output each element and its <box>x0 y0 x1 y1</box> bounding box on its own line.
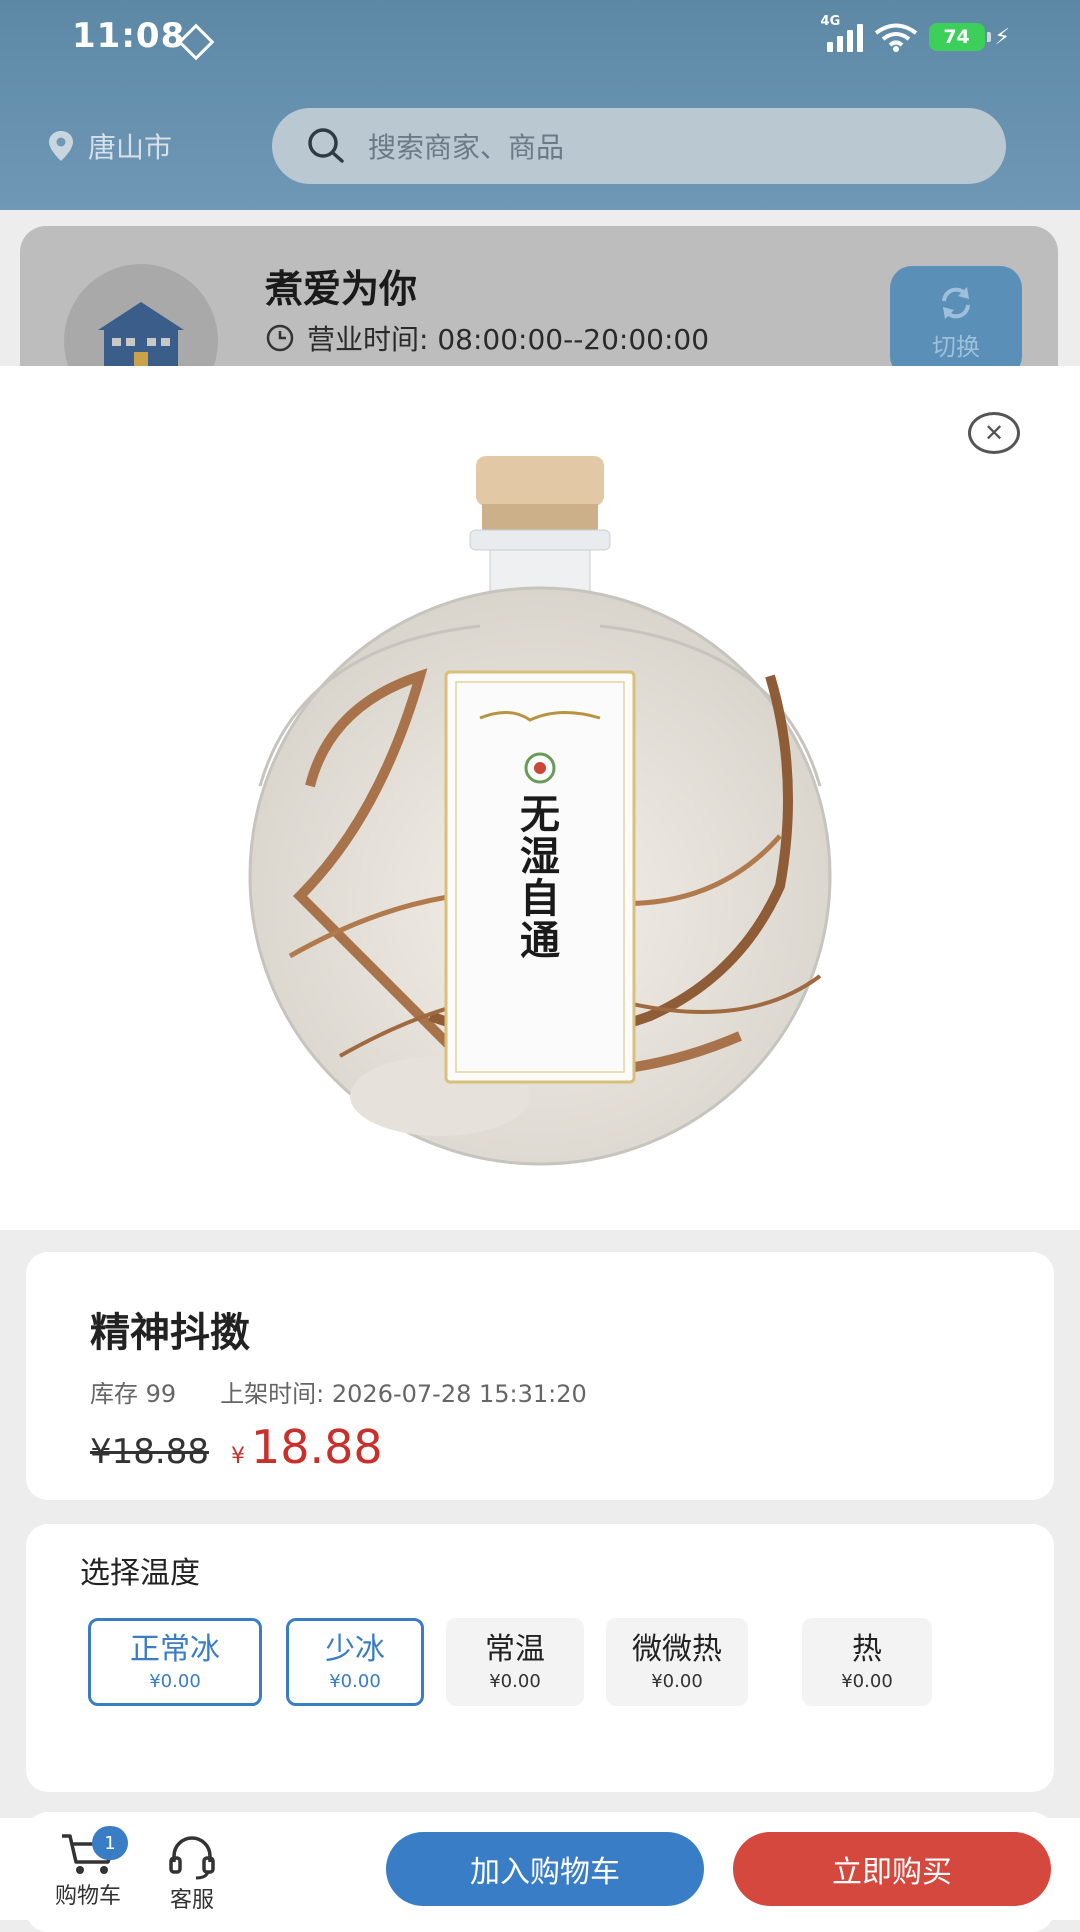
temp-option-less-ice[interactable]: 少冰 ¥0.00 <box>286 1618 424 1706</box>
product-name: 精神抖擞 <box>90 1310 250 1356</box>
shop-card: 煮爱为你 营业时间: 08:00:00--20:00:00 切换 <box>20 226 1058 366</box>
product-detail-sheet: ✕ 无 湿 自 通 精神抖擞 库存 99 上架时间: 2026-07-28 15… <box>0 366 1080 1932</box>
temp-option-hot[interactable]: 热 ¥0.00 <box>802 1618 932 1706</box>
svg-text:无: 无 <box>520 792 560 838</box>
shop-name: 煮爱为你 <box>265 267 418 311</box>
search-input[interactable]: 搜索商家、商品 <box>272 108 1006 184</box>
status-icons: 4G 74 ⚡ <box>821 14 1010 52</box>
svg-text:湿: 湿 <box>520 834 560 880</box>
switch-shop-button[interactable]: 切换 <box>890 266 1022 366</box>
temp-option-slightly-warm[interactable]: 微微热 ¥0.00 <box>606 1618 748 1706</box>
product-info-card: 精神抖擞 库存 99 上架时间: 2026-07-28 15:31:20 ¥18… <box>26 1252 1054 1500</box>
temperature-card: 选择温度 正常冰 ¥0.00 少冰 ¥0.00 常温 ¥0.00 微微热 ¥0.… <box>26 1524 1054 1792</box>
temp-option-label: 正常冰 <box>130 1631 220 1667</box>
status-time: 11:08 <box>72 16 186 56</box>
battery-icon: 74 <box>928 23 991 51</box>
temp-option-label: 少冰 <box>325 1631 385 1667</box>
temp-option-label: 常温 <box>485 1631 545 1667</box>
product-prices: ¥18.88 ¥ 18.88 <box>90 1420 383 1474</box>
cart-count-badge: 1 <box>92 1826 128 1860</box>
temp-option-room-temp[interactable]: 常温 ¥0.00 <box>446 1618 584 1706</box>
temp-option-price: ¥0.00 <box>841 1670 893 1692</box>
headset-icon <box>169 1836 215 1880</box>
bottom-action-bar: 1 购物车 客服 加入购物车 立即购买 <box>0 1818 1080 1920</box>
search-icon <box>308 128 344 163</box>
add-to-cart-button[interactable]: 加入购物车 <box>386 1832 704 1906</box>
status-bar: 11:08 4G 74 ⚡ <box>0 0 1080 80</box>
cart-label: 购物车 <box>54 1884 121 1909</box>
temp-option-price: ¥0.00 <box>489 1670 541 1692</box>
temp-option-price: ¥0.00 <box>149 1670 201 1692</box>
svg-text:自: 自 <box>520 876 560 922</box>
header: 11:08 4G 74 ⚡ 唐山市 搜索商家、商品 <box>0 0 1080 210</box>
product-bottle-image: 无 湿 自 通 <box>248 456 832 1166</box>
service-label: 客服 <box>169 1888 214 1913</box>
location-pin-icon <box>49 131 73 161</box>
temp-option-price: ¥0.00 <box>651 1670 703 1692</box>
original-price: ¥18.88 <box>90 1432 209 1472</box>
current-price: 18.88 <box>250 1420 383 1474</box>
charging-icon: ⚡ <box>994 24 1010 50</box>
cellular-signal-icon: 4G <box>821 14 863 52</box>
close-icon: ✕ <box>983 419 1005 447</box>
currency-symbol: ¥ <box>230 1444 245 1469</box>
product-image-area: ✕ 无 湿 自 通 <box>0 366 1080 1230</box>
product-stock: 库存 99 <box>90 1380 177 1408</box>
network-type: 4G <box>820 14 841 29</box>
switch-label: 切换 <box>932 332 980 361</box>
refresh-icon <box>942 286 970 319</box>
shop-hours: 营业时间: 08:00:00--20:00:00 <box>265 318 709 358</box>
temp-option-label: 热 <box>852 1631 882 1667</box>
shop-hours-text: 营业时间: 08:00:00--20:00:00 <box>307 323 710 356</box>
customer-service-button[interactable]: 客服 <box>162 1836 222 1916</box>
temp-option-label: 微微热 <box>632 1631 722 1667</box>
location-selector[interactable]: 唐山市 <box>48 126 172 166</box>
shop-logo <box>64 264 218 366</box>
close-button[interactable]: ✕ <box>968 412 1020 454</box>
product-meta: 库存 99 上架时间: 2026-07-28 15:31:20 <box>90 1374 587 1409</box>
location-text: 唐山市 <box>88 131 173 164</box>
product-listed-time: 上架时间: 2026-07-28 15:31:20 <box>220 1380 587 1408</box>
temperature-title: 选择温度 <box>80 1556 200 1591</box>
temp-option-normal-ice[interactable]: 正常冰 ¥0.00 <box>88 1618 262 1706</box>
cart-button[interactable]: 1 购物车 <box>46 1826 130 1912</box>
background-page: 11:08 4G 74 ⚡ 唐山市 搜索商家、商品 煮爱为你 营业时间: 08:… <box>0 0 1080 366</box>
search-placeholder: 搜索商家、商品 <box>368 131 565 164</box>
wifi-icon <box>873 22 919 52</box>
temp-option-price: ¥0.00 <box>329 1670 381 1692</box>
svg-text:通: 通 <box>520 918 560 964</box>
buy-now-button[interactable]: 立即购买 <box>733 1832 1051 1906</box>
store-icon <box>98 302 184 366</box>
clock-icon <box>266 324 294 352</box>
